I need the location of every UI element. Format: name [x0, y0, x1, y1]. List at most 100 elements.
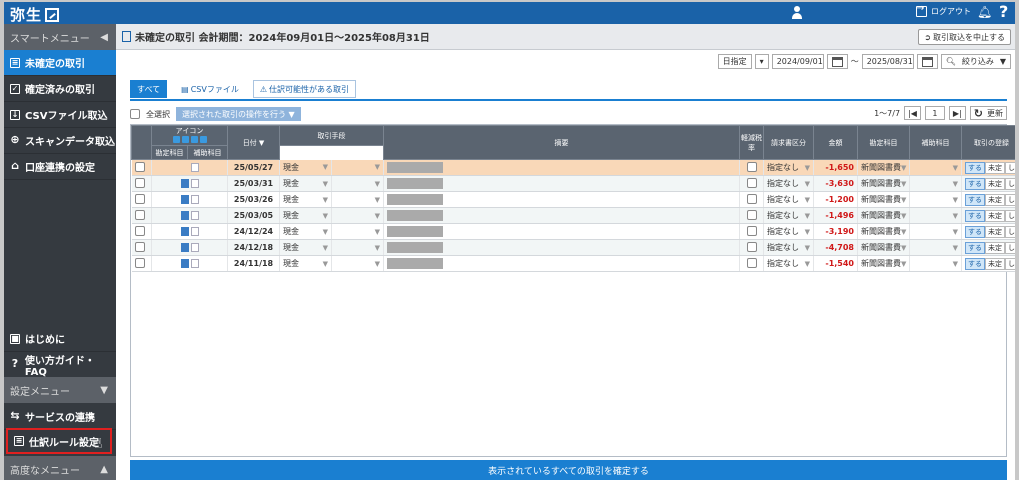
- date-mode-dropdown[interactable]: ▾: [754, 54, 769, 69]
- tab-possible[interactable]: ⚠ 仕訳可能性がある取引: [252, 80, 356, 98]
- row-account-select[interactable]: 新聞図書費 ▼: [857, 207, 910, 224]
- row-sub-select[interactable]: ▼: [331, 223, 384, 240]
- page-number-input[interactable]: 1: [924, 106, 945, 120]
- register-no-button[interactable]: しない: [1005, 241, 1015, 254]
- receipt-icon[interactable]: [180, 243, 189, 252]
- row-sub2-select[interactable]: ▼: [909, 175, 962, 192]
- row-account-select[interactable]: 新聞図書費 ▼: [857, 223, 910, 240]
- register-pending-button[interactable]: 未定: [985, 225, 1005, 238]
- sidebar-item-unconfirmed[interactable]: ≡ 未確定の取引: [4, 50, 116, 76]
- table-row[interactable]: 24/12/24現金▼▼指定なし▼-3,190新聞図書費▼▼する未定しない: [131, 223, 1015, 240]
- bell-icon[interactable]: 🔔︎: [977, 5, 992, 19]
- row-summary[interactable]: [383, 223, 740, 240]
- row-checkbox[interactable]: [134, 257, 145, 268]
- row-checkbox[interactable]: [134, 225, 145, 236]
- row-sub-select[interactable]: ▼: [331, 239, 384, 256]
- register-yes-button[interactable]: する: [965, 241, 985, 254]
- row-tax-checkbox[interactable]: [746, 161, 757, 172]
- table-row[interactable]: 24/12/18現金▼▼指定なし▼-4,708新聞図書費▼▼する未定しない: [131, 239, 1015, 256]
- row-invoice-select[interactable]: 指定なし ▼: [763, 239, 814, 256]
- document-icon[interactable]: [190, 195, 199, 204]
- document-icon[interactable]: [190, 163, 199, 172]
- bulk-action-button[interactable]: 選択された取引の操作を行う ▼: [176, 107, 301, 121]
- calendar-from-button[interactable]: [826, 54, 848, 69]
- row-checkbox[interactable]: [134, 161, 145, 172]
- register-pending-button[interactable]: 未定: [985, 241, 1005, 254]
- row-account-select[interactable]: 新聞図書費 ▼: [857, 175, 910, 192]
- register-no-button[interactable]: しない: [1005, 161, 1015, 174]
- filter-icon[interactable]: [172, 136, 180, 143]
- select-all-checkbox[interactable]: [130, 109, 140, 119]
- row-invoice-select[interactable]: 指定なし ▼: [763, 175, 814, 192]
- document-icon[interactable]: [190, 211, 199, 220]
- receipt-icon[interactable]: [180, 259, 189, 268]
- row-account-select[interactable]: 新聞図書費 ▼: [857, 159, 910, 176]
- register-no-button[interactable]: しない: [1005, 225, 1015, 238]
- row-account-select[interactable]: 新聞図書費 ▼: [857, 191, 910, 208]
- register-pending-button[interactable]: 未定: [985, 209, 1005, 222]
- row-sub2-select[interactable]: ▼: [909, 255, 962, 272]
- register-yes-button[interactable]: する: [965, 225, 985, 238]
- row-method-select[interactable]: 現金 ▼: [279, 223, 332, 240]
- row-account-select[interactable]: 新聞図書費 ▼: [857, 255, 910, 272]
- receipt-icon[interactable]: [180, 179, 189, 188]
- register-yes-button[interactable]: する: [965, 193, 985, 206]
- table-row[interactable]: 25/03/26現金▼▼指定なし▼-1,200新聞図書費▼▼する未定しない: [131, 191, 1015, 208]
- refresh-button[interactable]: ↻ 更新: [969, 106, 1007, 120]
- register-pending-button[interactable]: 未定: [985, 193, 1005, 206]
- date-to-input[interactable]: 2025/08/31: [861, 54, 914, 69]
- date-mode-select[interactable]: 日指定: [717, 54, 752, 69]
- tab-csv[interactable]: ▤ CSVファイル: [175, 80, 245, 98]
- col-date[interactable]: 日付 ▼: [227, 125, 280, 160]
- row-invoice-select[interactable]: 指定なし ▼: [763, 207, 814, 224]
- tab-all[interactable]: すべて: [130, 80, 168, 98]
- filter-icon[interactable]: [199, 136, 207, 143]
- row-tax-checkbox[interactable]: [746, 241, 757, 252]
- row-sub2-select[interactable]: ▼: [909, 239, 962, 256]
- row-method-select[interactable]: 現金 ▼: [279, 191, 332, 208]
- register-no-button[interactable]: しない: [1005, 209, 1015, 222]
- row-method-select[interactable]: 現金 ▼: [279, 239, 332, 256]
- filter-icon[interactable]: [190, 136, 198, 143]
- row-invoice-select[interactable]: 指定なし ▼: [763, 191, 814, 208]
- user-icon[interactable]: [792, 6, 802, 19]
- row-checkbox[interactable]: [134, 193, 145, 204]
- row-sub2-select[interactable]: ▼: [909, 191, 962, 208]
- row-sub-select[interactable]: ▼: [331, 175, 384, 192]
- table-row[interactable]: 25/03/05現金▼▼指定なし▼-1,496新聞図書費▼▼する未定しない: [131, 207, 1015, 224]
- row-tax-checkbox[interactable]: [746, 225, 757, 236]
- row-tax-checkbox[interactable]: [746, 177, 757, 188]
- table-row[interactable]: 25/03/31現金▼▼指定なし▼-3,630新聞図書費▼▼する未定しない: [131, 175, 1015, 192]
- yayoi-logo[interactable]: 弥生: [10, 4, 60, 25]
- receipt-icon[interactable]: [180, 227, 189, 236]
- smart-menu-header[interactable]: スマートメニュー ◀: [4, 24, 116, 50]
- document-icon[interactable]: [190, 243, 199, 252]
- register-yes-button[interactable]: する: [965, 257, 985, 270]
- row-sub2-select[interactable]: ▼: [909, 223, 962, 240]
- logout-button[interactable]: ログアウト: [916, 3, 971, 17]
- search-button[interactable]: 🔍︎ 絞り込み ▼: [940, 54, 1011, 69]
- register-pending-button[interactable]: 未定: [985, 177, 1005, 190]
- register-no-button[interactable]: しない: [1005, 257, 1015, 270]
- document-icon[interactable]: [190, 179, 199, 188]
- last-page-button[interactable]: ▶|: [948, 106, 966, 120]
- row-summary[interactable]: [383, 239, 740, 256]
- calendar-to-button[interactable]: [916, 54, 938, 69]
- sidebar-item-service[interactable]: ⇆ サービスの連携: [4, 404, 116, 430]
- row-checkbox[interactable]: [134, 177, 145, 188]
- row-tax-checkbox[interactable]: [746, 209, 757, 220]
- register-yes-button[interactable]: する: [965, 161, 985, 174]
- row-summary[interactable]: [383, 255, 740, 272]
- row-tax-checkbox[interactable]: [746, 193, 757, 204]
- row-method-select[interactable]: 現金 ▼: [279, 207, 332, 224]
- advanced-menu-header[interactable]: 高度なメニュー ▲: [4, 456, 116, 480]
- row-method-select[interactable]: 現金 ▼: [279, 255, 332, 272]
- row-sub-select[interactable]: ▼: [331, 159, 384, 176]
- first-page-button[interactable]: |◀: [904, 106, 921, 120]
- row-tax-checkbox[interactable]: [746, 257, 757, 268]
- sidebar-item-bank[interactable]: ⌂ 口座連携の設定: [4, 154, 116, 180]
- sidebar-item-csv[interactable]: ↓ CSVファイル取込: [4, 102, 116, 128]
- row-invoice-select[interactable]: 指定なし ▼: [763, 255, 814, 272]
- row-method-select[interactable]: 現金 ▼: [279, 159, 332, 176]
- table-row[interactable]: 24/11/18現金▼▼指定なし▼-1,540新聞図書費▼▼する未定しない: [131, 255, 1015, 272]
